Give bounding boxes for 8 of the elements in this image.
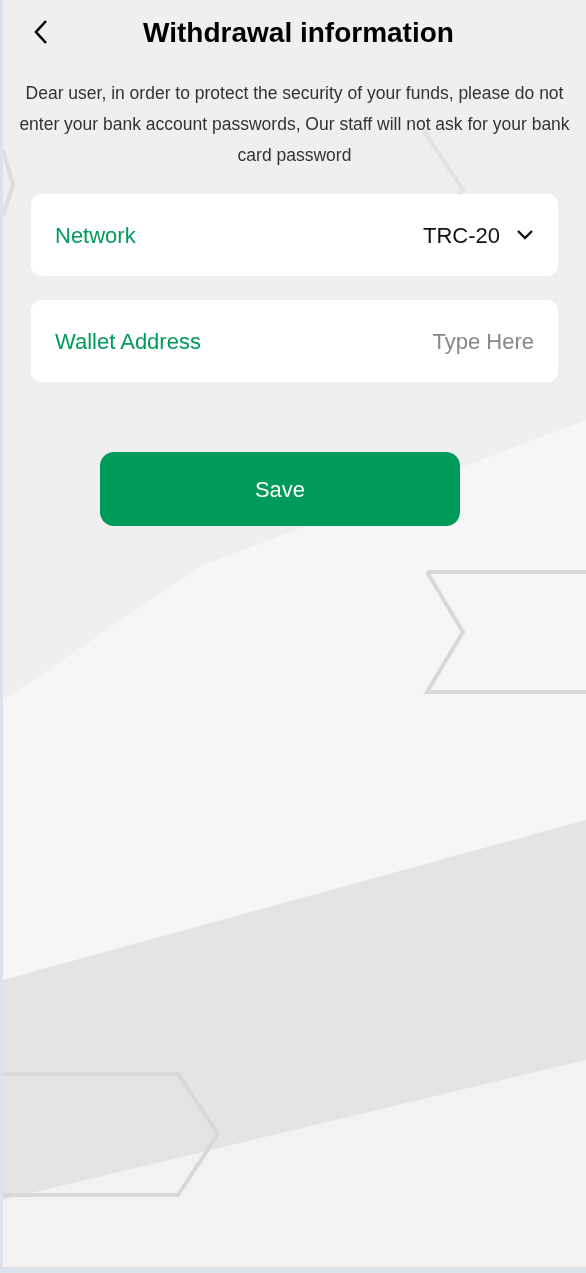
- wallet-address-field[interactable]: Type Here: [294, 324, 534, 358]
- chevron-down-icon: [516, 229, 534, 241]
- network-select[interactable]: TRC-20: [423, 218, 534, 252]
- save-button[interactable]: Save: [100, 452, 460, 526]
- field-label: Network: [55, 221, 136, 250]
- security-notice: Dear user, in order to protect the security of your funds, please do not enter your bank account passwords, Our staff will not ask for your bank card password: [18, 82, 571, 167]
- field-label: Wallet Address: [55, 327, 201, 356]
- page-title: Withdrawal information: [142, 16, 454, 50]
